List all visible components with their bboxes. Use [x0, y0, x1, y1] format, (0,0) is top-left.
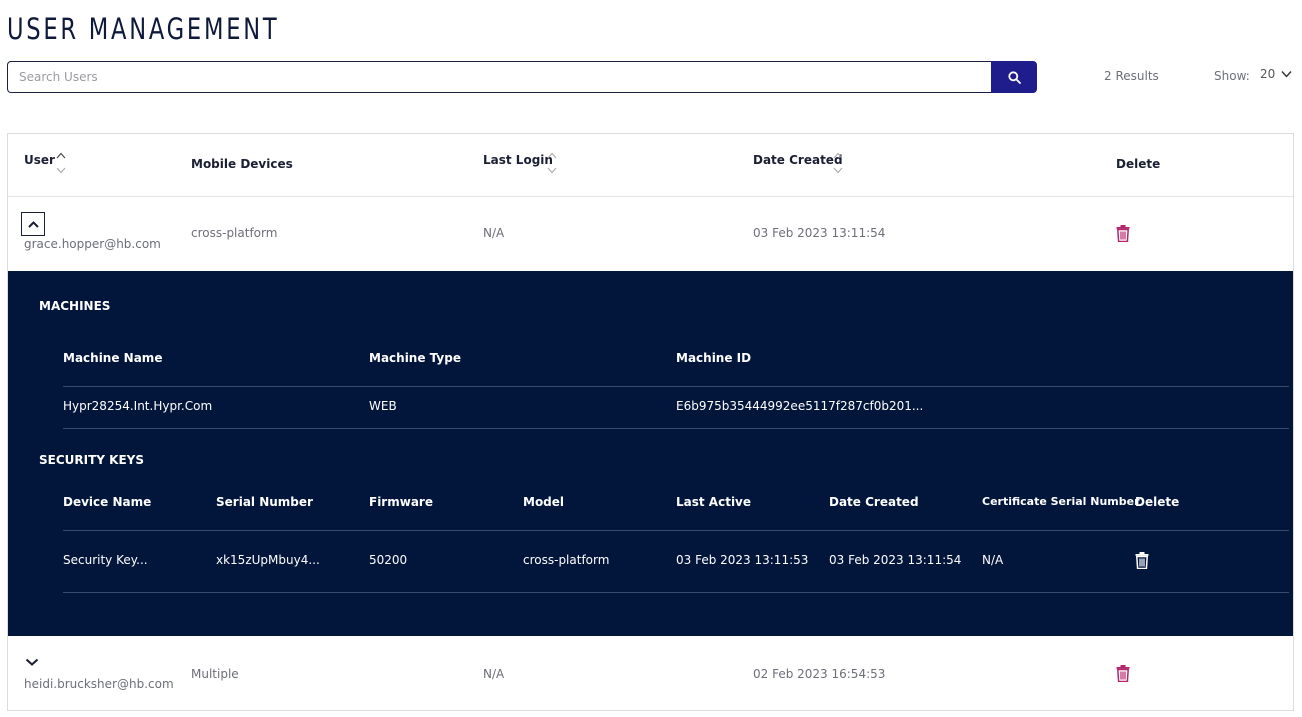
- search-bar: [7, 61, 1037, 93]
- security-keys-title: SECURITY KEYS: [39, 453, 144, 467]
- users-table: User Mobile Devices Last Login Date Crea…: [7, 133, 1294, 711]
- column-header-mobile-devices: Mobile Devices: [191, 157, 293, 171]
- divider: [63, 530, 1289, 531]
- chevron-down-icon: [1281, 71, 1292, 78]
- machine-type-header: Machine Type: [369, 351, 461, 365]
- divider: [8, 196, 1293, 197]
- cert-serial-header: Certificate Serial Number: [982, 495, 1140, 508]
- trash-icon[interactable]: [1116, 665, 1130, 682]
- device-name: Security Key...: [63, 553, 148, 567]
- divider: [63, 592, 1289, 593]
- show-label: Show:: [1214, 69, 1250, 83]
- chevron-down-icon[interactable]: [25, 658, 39, 666]
- search-input[interactable]: [7, 61, 991, 93]
- machine-type: WEB: [369, 399, 397, 413]
- sort-icon[interactable]: [832, 151, 844, 175]
- machine-name-header: Machine Name: [63, 351, 163, 365]
- user-email: grace.hopper@hb.com: [24, 237, 161, 251]
- page-size-select[interactable]: 20: [1260, 67, 1292, 81]
- column-header-user[interactable]: User: [24, 153, 55, 167]
- key-date-created: 03 Feb 2023 13:11:54: [829, 553, 962, 567]
- column-header-date-created[interactable]: Date Created: [753, 153, 843, 167]
- page-title: USER MANAGEMENT: [7, 12, 280, 46]
- last-login: N/A: [483, 667, 505, 681]
- sort-icon[interactable]: [55, 151, 67, 175]
- collapse-row-button[interactable]: [21, 212, 45, 236]
- trash-icon[interactable]: [1116, 225, 1130, 242]
- machine-id-header: Machine ID: [676, 351, 752, 365]
- search-icon: [1007, 70, 1021, 84]
- trash-icon[interactable]: [1135, 552, 1149, 569]
- key-date-created-header: Date Created: [829, 495, 919, 509]
- key-delete-header: Delete: [1135, 495, 1180, 509]
- last-active: 03 Feb 2023 13:11:53: [676, 553, 809, 567]
- device-name-header: Device Name: [63, 495, 152, 509]
- cert-serial: N/A: [982, 553, 1004, 567]
- last-active-header: Last Active: [676, 495, 752, 509]
- date-created: 02 Feb 2023 16:54:53: [753, 667, 886, 681]
- mobile-devices: cross-platform: [191, 226, 278, 240]
- user-email: heidi.brucksher@hb.com: [24, 677, 174, 691]
- serial-number-header: Serial Number: [216, 495, 313, 509]
- user-details-panel: MACHINES Machine Name Machine Type Machi…: [8, 271, 1293, 636]
- divider: [63, 386, 1289, 387]
- column-header-delete: Delete: [1116, 157, 1161, 171]
- results-count: 2 Results: [1104, 69, 1159, 83]
- firmware: 50200: [369, 553, 408, 567]
- machine-id: E6b975b35444992ee5117f287cf0b201...: [676, 399, 924, 413]
- model-header: Model: [523, 495, 565, 509]
- chevron-up-icon: [27, 220, 39, 228]
- page-size-value: 20: [1260, 67, 1276, 81]
- machines-title: MACHINES: [39, 299, 111, 313]
- serial-number: xk15zUpMbuy4...: [216, 553, 320, 567]
- last-login: N/A: [483, 226, 505, 240]
- machine-name: Hypr28254.Int.Hypr.Com: [63, 399, 213, 413]
- sort-icon[interactable]: [546, 151, 558, 175]
- search-button[interactable]: [991, 61, 1037, 93]
- divider: [63, 428, 1289, 429]
- mobile-devices: Multiple: [191, 667, 239, 681]
- model: cross-platform: [523, 553, 610, 567]
- column-header-last-login[interactable]: Last Login: [483, 153, 553, 167]
- date-created: 03 Feb 2023 13:11:54: [753, 226, 886, 240]
- firmware-header: Firmware: [369, 495, 433, 509]
